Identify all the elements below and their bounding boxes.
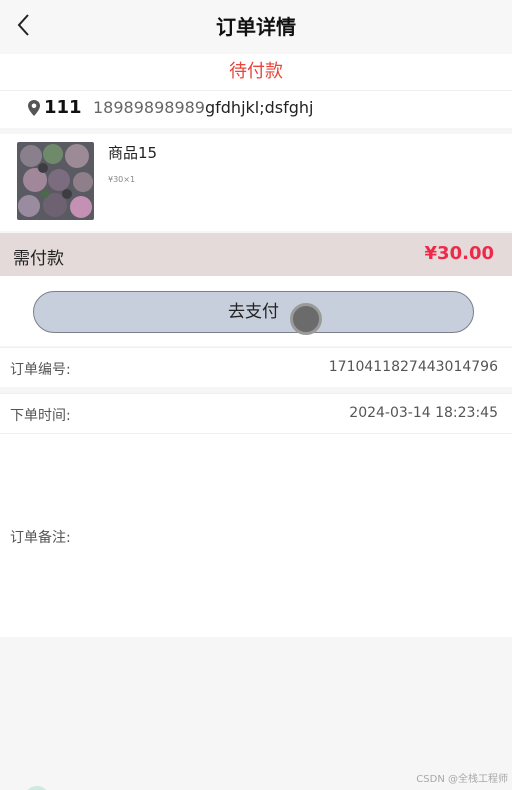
order-time-row: 下单时间: 2024-03-14 18:23:45 — [0, 393, 512, 433]
location-pin-icon — [28, 100, 40, 116]
order-time-label: 下单时间: — [10, 408, 71, 424]
recipient-phone: 18989898989 — [93, 98, 205, 117]
touch-indicator — [290, 303, 322, 335]
product-name: 商品15 — [108, 144, 158, 162]
page-title: 订单详情 — [216, 15, 296, 39]
product-spec: ¥30×1 — [108, 175, 136, 184]
header-bar: 订单详情 — [0, 0, 512, 54]
product-image — [17, 142, 94, 220]
go-pay-button[interactable]: 去支付 — [33, 291, 474, 333]
payment-amount: ¥30.00 — [424, 243, 494, 264]
recipient-contact: 18989898989gfdhjkl;dsfghj — [93, 98, 313, 117]
watermark: CSDN @全栈工程师 — [416, 774, 508, 785]
recipient-name: 111 — [44, 97, 82, 118]
payment-label: 需付款 — [13, 249, 64, 269]
order-number-value: 1710411827443014796 — [328, 359, 498, 375]
product-item[interactable]: 商品15 ¥30×1 — [0, 134, 512, 231]
address-row[interactable]: 111 18989898989gfdhjkl;dsfghj — [0, 90, 512, 128]
order-status: 待付款 — [0, 54, 512, 90]
pay-button-area: 去支付 — [0, 276, 512, 346]
order-remark-row: 订单备注: — [0, 433, 512, 637]
floating-button-edge — [24, 786, 50, 790]
order-remark-label: 订单备注: — [10, 530, 71, 546]
order-number-label: 订单编号: — [10, 362, 71, 378]
address-detail: gfdhjkl;dsfghj — [204, 98, 314, 117]
payment-summary: 需付款 ¥30.00 — [0, 233, 512, 276]
order-number-row: 订单编号: 1710411827443014796 — [0, 347, 512, 387]
order-time-value: 2024-03-14 18:23:45 — [349, 405, 498, 421]
